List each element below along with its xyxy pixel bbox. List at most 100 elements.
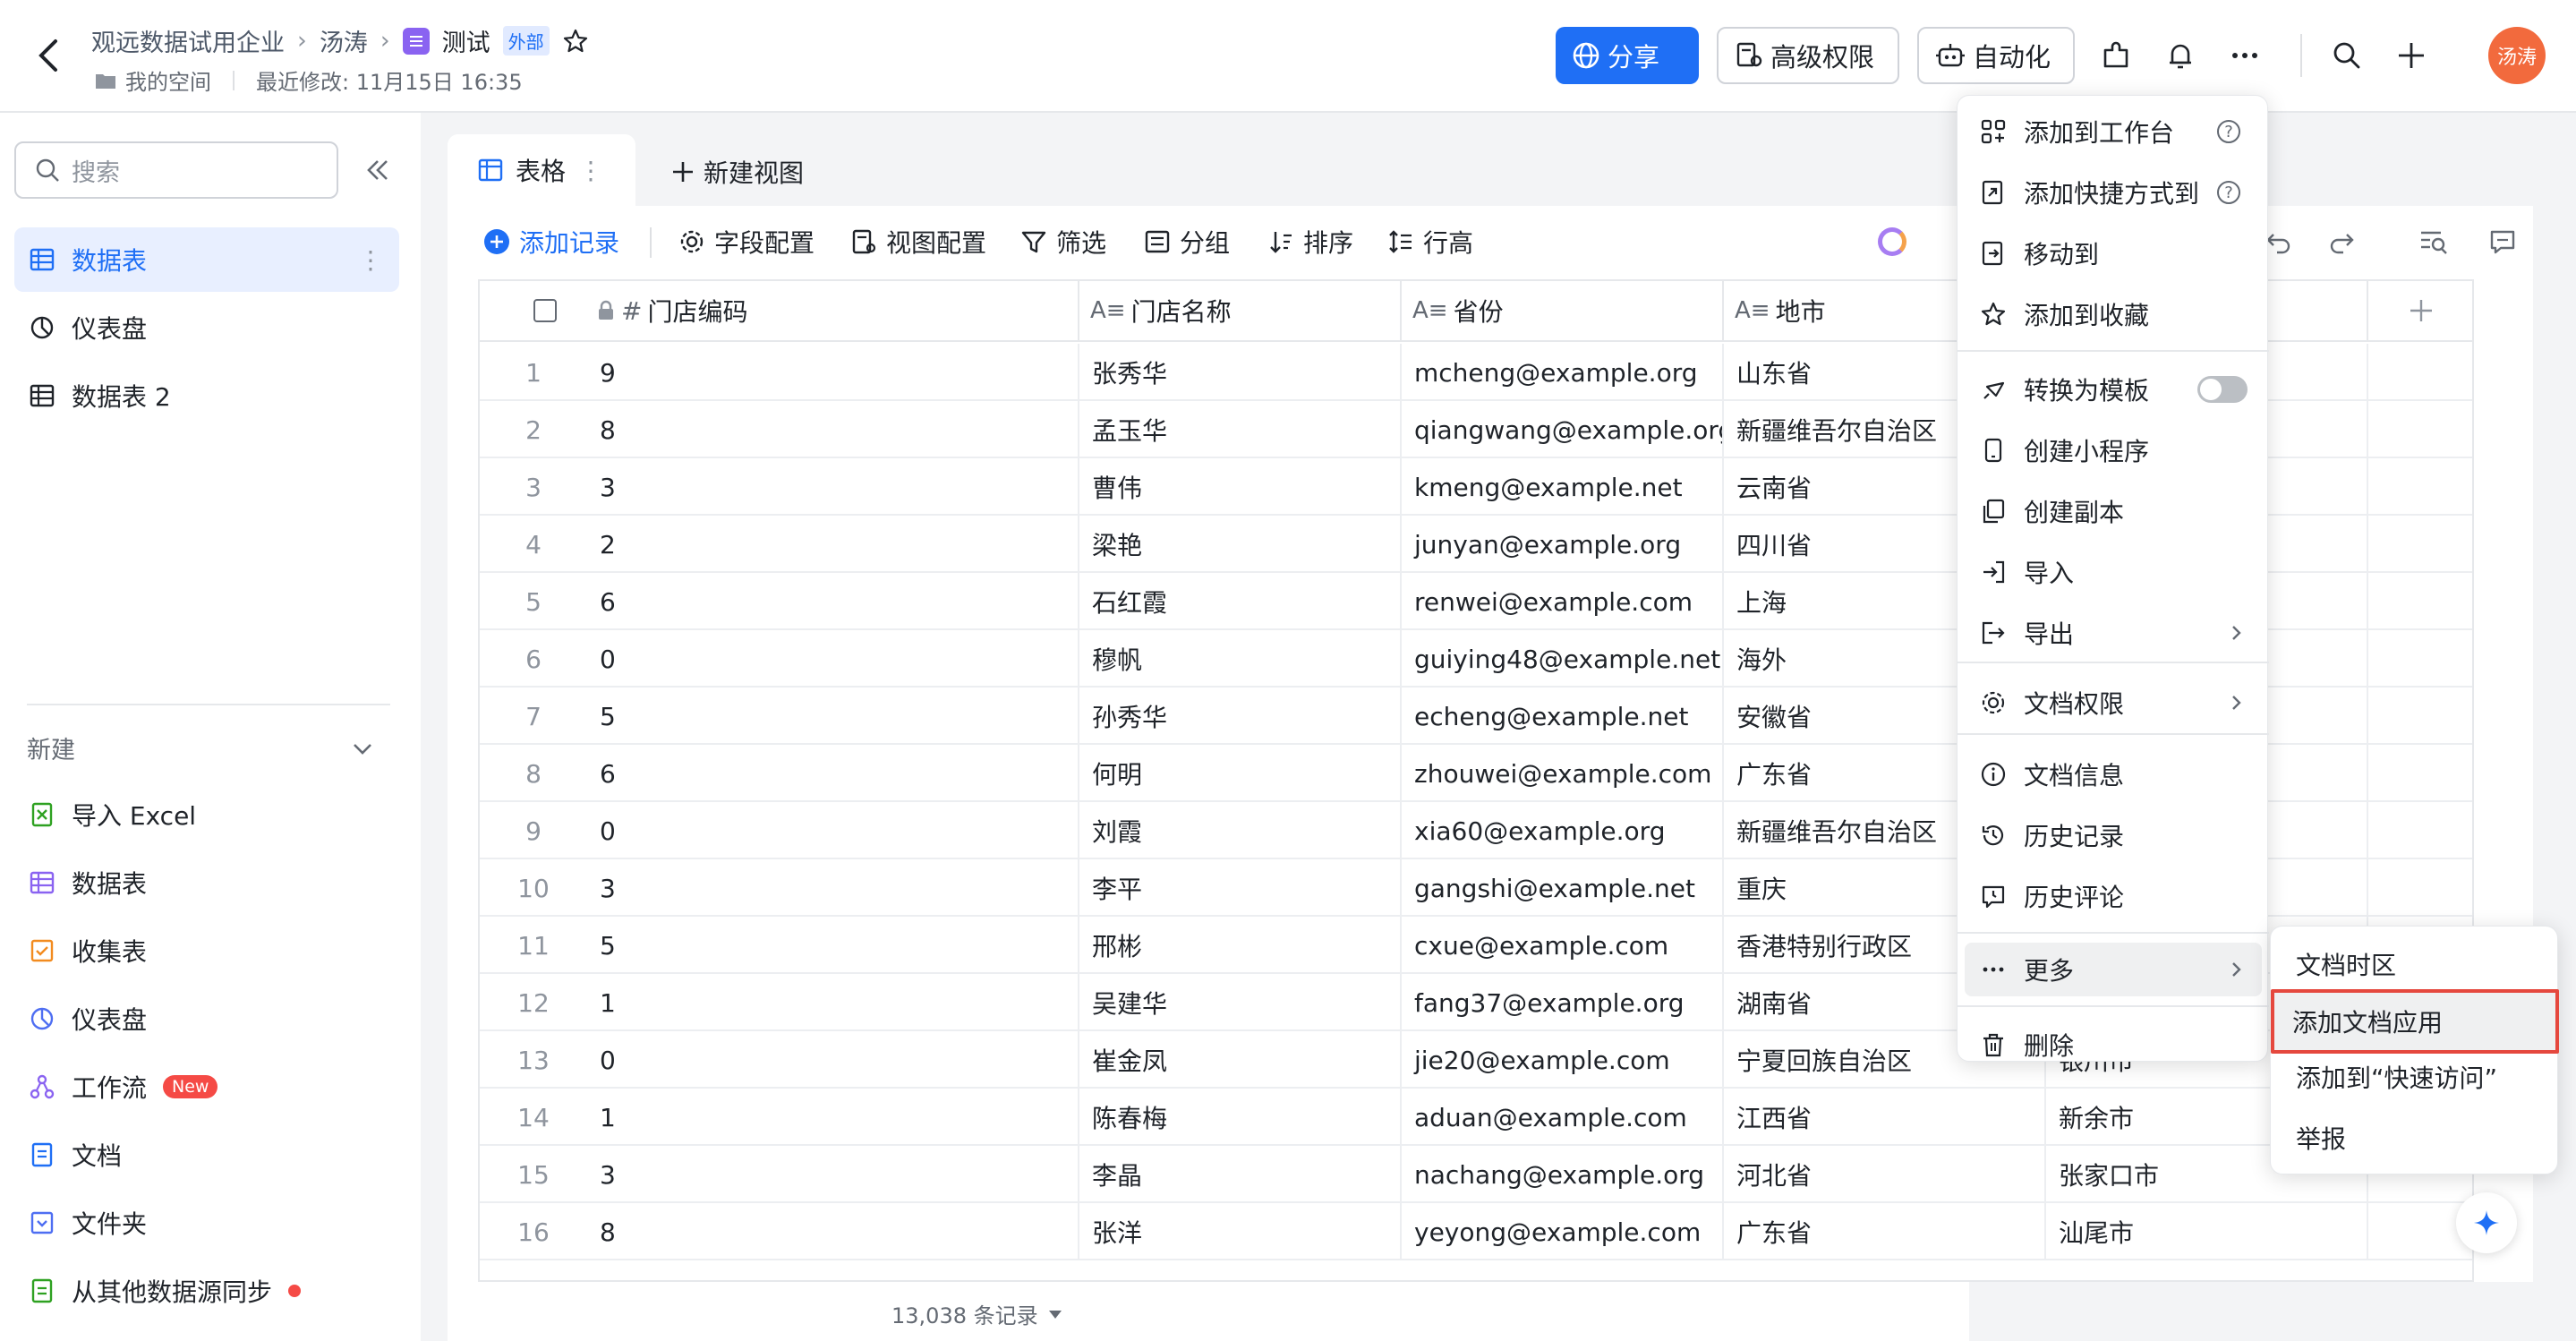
search-box[interactable]: 搜索	[14, 141, 338, 199]
sidebar-item-dashboard[interactable]: 仪表盘	[14, 295, 399, 360]
cell-prov[interactable]: 江西省	[1724, 1089, 2046, 1146]
collapse-sidebar-icon[interactable]	[362, 154, 394, 186]
cell-name[interactable]: 李平	[1079, 859, 1402, 917]
cell-email[interactable]: kmeng@example.net	[1402, 458, 1724, 516]
cell-n[interactable]: 4	[480, 516, 587, 573]
cell-code[interactable]: 0	[587, 1031, 1079, 1089]
cell-email[interactable]: guiying48@example.net	[1402, 630, 1724, 688]
menu-item-add-to-workbench[interactable]: 添加到工作台?	[1965, 105, 2262, 158]
cell-name[interactable]: 石红霞	[1079, 573, 1402, 630]
table-row[interactable]: 16 8 张洋 yeyong@example.com 广东省 汕尾市	[480, 1203, 2472, 1260]
breadcrumb-org[interactable]: 观远数据试用企业	[91, 23, 285, 58]
cell-empty[interactable]	[2368, 859, 2472, 917]
new-sync-source[interactable]: 从其他数据源同步	[14, 1259, 399, 1323]
cell-name[interactable]: 何明	[1079, 745, 1402, 802]
cell-name[interactable]: 曹伟	[1079, 458, 1402, 516]
help-icon[interactable]: ?	[2217, 120, 2240, 143]
cell-code[interactable]: 5	[587, 688, 1079, 745]
undo-icon[interactable]	[2265, 227, 2293, 256]
cell-name[interactable]: 李晶	[1079, 1146, 1402, 1203]
cell-empty[interactable]	[2368, 344, 2472, 401]
cell-code[interactable]: 9	[587, 344, 1079, 401]
new-dashboard[interactable]: 仪表盘	[14, 987, 399, 1051]
cell-email[interactable]: qiangwang@example.org	[1402, 401, 1724, 458]
cell-code[interactable]: 0	[587, 630, 1079, 688]
cell-name[interactable]: 陈春梅	[1079, 1089, 1402, 1146]
cell-prov[interactable]: 河北省	[1724, 1146, 2046, 1203]
find-icon[interactable]	[2418, 227, 2449, 256]
table-row[interactable]: 15 3 李晶 nachang@example.org 河北省 张家口市	[480, 1146, 2472, 1203]
sidebar-item-datatable-2[interactable]: 数据表 2	[14, 363, 399, 428]
share-button[interactable]: 分享	[1556, 27, 1699, 84]
cell-code[interactable]: 6	[587, 745, 1079, 802]
cell-n[interactable]: 16	[480, 1203, 587, 1260]
menu-item-doc-info[interactable]: 文档信息	[1965, 747, 2262, 801]
cell-empty[interactable]	[2368, 516, 2472, 573]
new-folder[interactable]: 文件夹	[14, 1191, 399, 1255]
cell-email[interactable]: junyan@example.org	[1402, 516, 1724, 573]
cell-code[interactable]: 3	[587, 1146, 1079, 1203]
item-more-icon[interactable]: ⋮	[358, 245, 383, 275]
column-header-province[interactable]: A≡ 省份	[1402, 281, 1724, 342]
cell-name[interactable]: 张洋	[1079, 1203, 1402, 1260]
cell-email[interactable]: jie20@example.com	[1402, 1031, 1724, 1089]
row-height-button[interactable]: 行高	[1387, 224, 1473, 260]
menu-item-history[interactable]: 历史记录	[1965, 808, 2262, 862]
cell-code[interactable]: 0	[587, 802, 1079, 859]
cell-n[interactable]: 3	[480, 458, 587, 516]
new-datatable[interactable]: 数据表	[14, 850, 399, 915]
cell-email[interactable]: yeyong@example.com	[1402, 1203, 1724, 1260]
new-workflow[interactable]: 工作流 New	[14, 1055, 399, 1119]
sidebar-item-datatable[interactable]: 数据表 ⋮	[14, 227, 399, 292]
cell-n[interactable]: 14	[480, 1089, 587, 1146]
search-input[interactable]: 搜索	[72, 153, 120, 188]
cell-email[interactable]: cxue@example.com	[1402, 917, 1724, 974]
table-row[interactable]: 14 1 陈春梅 aduan@example.com 江西省 新余市	[480, 1089, 2472, 1146]
cell-empty[interactable]	[2368, 688, 2472, 745]
add-field-button[interactable]	[2368, 281, 2472, 342]
more-icon[interactable]	[2223, 34, 2266, 77]
menu-item-doc-permission[interactable]: 文档权限	[1965, 676, 2262, 730]
cell-email[interactable]: nachang@example.org	[1402, 1146, 1724, 1203]
cell-code[interactable]: 1	[587, 1089, 1079, 1146]
group-button[interactable]: 分组	[1144, 224, 1230, 260]
view-config-button[interactable]: 视图配置	[850, 224, 986, 260]
cell-name[interactable]: 孟玉华	[1079, 401, 1402, 458]
menu-item-delete[interactable]: 删除	[1965, 1018, 2262, 1072]
automation-button[interactable]: 自动化	[1917, 27, 2075, 84]
cell-email[interactable]: aduan@example.com	[1402, 1089, 1724, 1146]
cell-n[interactable]: 9	[480, 802, 587, 859]
menu-item-export[interactable]: 导出	[1965, 606, 2262, 660]
add-record-button[interactable]: 添加记录	[483, 224, 619, 260]
submenu-item-add-doc-app[interactable]: 添加文档应用	[2271, 989, 2559, 1054]
cell-n[interactable]: 8	[480, 745, 587, 802]
cell-code[interactable]: 8	[587, 1203, 1079, 1260]
doc-title[interactable]: 测试	[442, 23, 490, 58]
bell-icon[interactable]	[2159, 34, 2202, 77]
column-header-name[interactable]: A≡ 门店名称	[1079, 281, 1402, 342]
search-icon[interactable]	[2325, 34, 2368, 77]
cell-name[interactable]: 梁艳	[1079, 516, 1402, 573]
new-import-excel[interactable]: 导入 Excel	[14, 782, 399, 847]
star-icon[interactable]	[562, 28, 589, 55]
cell-name[interactable]: 张秀华	[1079, 344, 1402, 401]
tab-more-icon[interactable]: ⋮	[578, 156, 603, 185]
cell-n[interactable]: 7	[480, 688, 587, 745]
cell-city[interactable]: 汕尾市	[2046, 1203, 2368, 1260]
help-icon[interactable]: ?	[2217, 181, 2240, 204]
tab-table[interactable]: 表格 ⋮	[448, 134, 635, 206]
cell-code[interactable]: 3	[587, 859, 1079, 917]
cell-n[interactable]: 1	[480, 344, 587, 401]
cell-code[interactable]: 3	[587, 458, 1079, 516]
cell-email[interactable]: gangshi@example.net	[1402, 859, 1724, 917]
cell-name[interactable]: 邢彬	[1079, 917, 1402, 974]
cell-email[interactable]: echeng@example.net	[1402, 688, 1724, 745]
submenu-item-add-to-quick-access[interactable]: 添加到“快速访问”	[2278, 1050, 2552, 1104]
menu-item-move-to[interactable]: 移动到	[1965, 226, 2262, 280]
cell-empty[interactable]	[2368, 458, 2472, 516]
menu-item-create-mini-app[interactable]: 创建小程序	[1965, 423, 2262, 477]
filter-button[interactable]: 筛选	[1020, 224, 1106, 260]
back-arrow-icon[interactable]	[32, 36, 68, 75]
submenu-item-report[interactable]: 举报	[2278, 1111, 2552, 1165]
cell-empty[interactable]	[2368, 573, 2472, 630]
